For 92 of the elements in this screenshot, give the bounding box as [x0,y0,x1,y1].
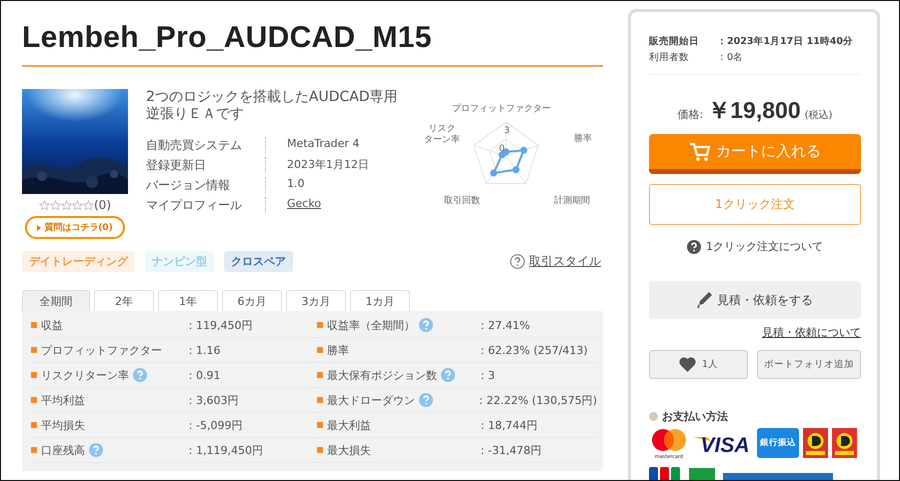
price-amount: ￥19,800 [707,96,801,125]
period-tab[interactable]: 全期間 [22,290,90,311]
product-title: Lembeh_Pro_AUDCAD_M15 [22,21,603,67]
radar-axis-label: 計測期間 [554,196,590,207]
pen-icon [697,291,713,309]
radar-axis-label: リスク ターン率 [424,124,460,146]
bullet-icon [317,422,323,428]
trading-style-link[interactable]: 取引スタイル [529,253,601,270]
stat-label: 収益 [41,318,63,332]
visa-logo: VISA [693,429,753,457]
stat-value: ：22.22% (130,575円) [475,392,597,408]
stat-value: ：3,603円 [185,392,238,408]
spec-label: 自動売買システム [146,137,266,153]
cart-icon [689,142,711,162]
stat-label: リスクリターン率 [41,368,129,382]
help-icon [510,254,525,269]
star-icon [72,200,83,210]
info-label: 利用者数 [649,51,690,65]
payment-title: お支払い方法 [662,409,728,424]
bullet-icon [31,397,37,403]
estimate-button[interactable]: 見積・依頼をする [649,281,861,319]
spec-label: バージョン情報 [146,177,266,193]
stat-value: ：1,119,450円 [185,442,263,458]
stat-label: 最大利益 [327,418,371,432]
bullet-icon [31,447,37,453]
daily-logo-icon [832,428,857,458]
stat-value: ：1.16 [185,342,220,358]
bullet-icon [317,447,323,453]
info-label: 販売開始日 [649,35,700,49]
stat-label: 最大ドローダウン [327,392,415,408]
star-icon [83,200,94,210]
stat-value: ：-5,099円 [185,418,242,432]
bullet-icon [31,422,37,428]
stat-label: 最大保有ポジション数 [327,368,437,382]
stat-label: 平均損失 [41,418,85,432]
bullet-icon [317,322,323,328]
stat-value: ：-31,478円 [477,442,542,458]
profile-link[interactable]: Gecko [266,197,408,213]
period-tab[interactable]: 3カ月 [286,290,346,311]
radar-axis-label: プロフィットファクター [452,104,551,115]
stat-label: 平均利益 [41,392,85,408]
daily-logo-icon [803,428,828,458]
spec-label: マイプロフィール [146,197,266,213]
price-label: 価格: [678,107,704,122]
period-tab[interactable]: 1年 [158,290,218,311]
style-tag[interactable]: クロスペア [224,251,293,272]
product-description: 2つのロジックを搭載したAUDCAD専用 逆張りＥＡです [146,89,399,123]
star-icon [39,200,50,210]
favorite-button[interactable]: 1人 [649,350,748,379]
spec-value: 2023年1月12日 [286,157,370,173]
radar-chart-drawing [473,121,539,184]
stat-value: ：0.91 [185,368,220,382]
bullet-icon [649,412,658,421]
add-to-portfolio-button[interactable]: ポートフォリオ追加 [757,350,861,379]
radar-axis-label: 勝率 [574,134,592,145]
rating-count: (0) [94,198,111,212]
estimate-help-link[interactable]: 見積・依頼について [649,325,861,340]
spec-value: 1.0 [286,177,306,192]
one-click-help-link[interactable]: 1クリック注文について [706,239,823,254]
spec-label: 登録更新日 [146,157,266,173]
star-icon [61,200,72,210]
period-tab[interactable]: 6カ月 [222,290,282,311]
spec-value: MetaTrader 4 [286,137,360,152]
tax-note: (税込) [804,108,832,122]
radar-axis-label: 取引回数 [444,196,480,207]
radar-tick-label: 3 [504,126,510,136]
bullet-icon [31,347,37,353]
bullet-icon [317,372,323,378]
stat-value: ：3 [477,368,495,382]
stat-label: 収益率（全期間） [327,318,415,332]
bullet-icon [31,372,37,378]
stat-label: 勝率 [327,342,349,358]
stat-label: 最大損失 [327,442,371,458]
info-value: ：0名 [717,51,744,65]
star-icon [50,200,61,210]
stat-label: プロフィットファクター [41,342,162,358]
stat-value: ：27.41% [477,318,530,332]
period-tab[interactable]: 1カ月 [350,290,410,311]
stat-label: 口座残高 [41,442,85,458]
bullet-icon [317,397,323,403]
heart-icon [678,357,696,372]
help-icon [687,240,701,254]
bullet-icon [317,347,323,353]
radar-tick-label: 0 [499,144,505,154]
stat-value: ：18,744円 [477,418,538,432]
caret-icon [37,224,42,230]
info-value: ：2023年1月17日 11時40分 [717,35,854,49]
period-tab[interactable]: 2年 [94,290,154,311]
stat-value: ：62.23% (257/413) [477,342,588,358]
bullet-icon [31,322,37,328]
bank-transfer-logo: 銀行振込 [757,428,799,458]
stat-value: ：119,450円 [185,318,252,332]
